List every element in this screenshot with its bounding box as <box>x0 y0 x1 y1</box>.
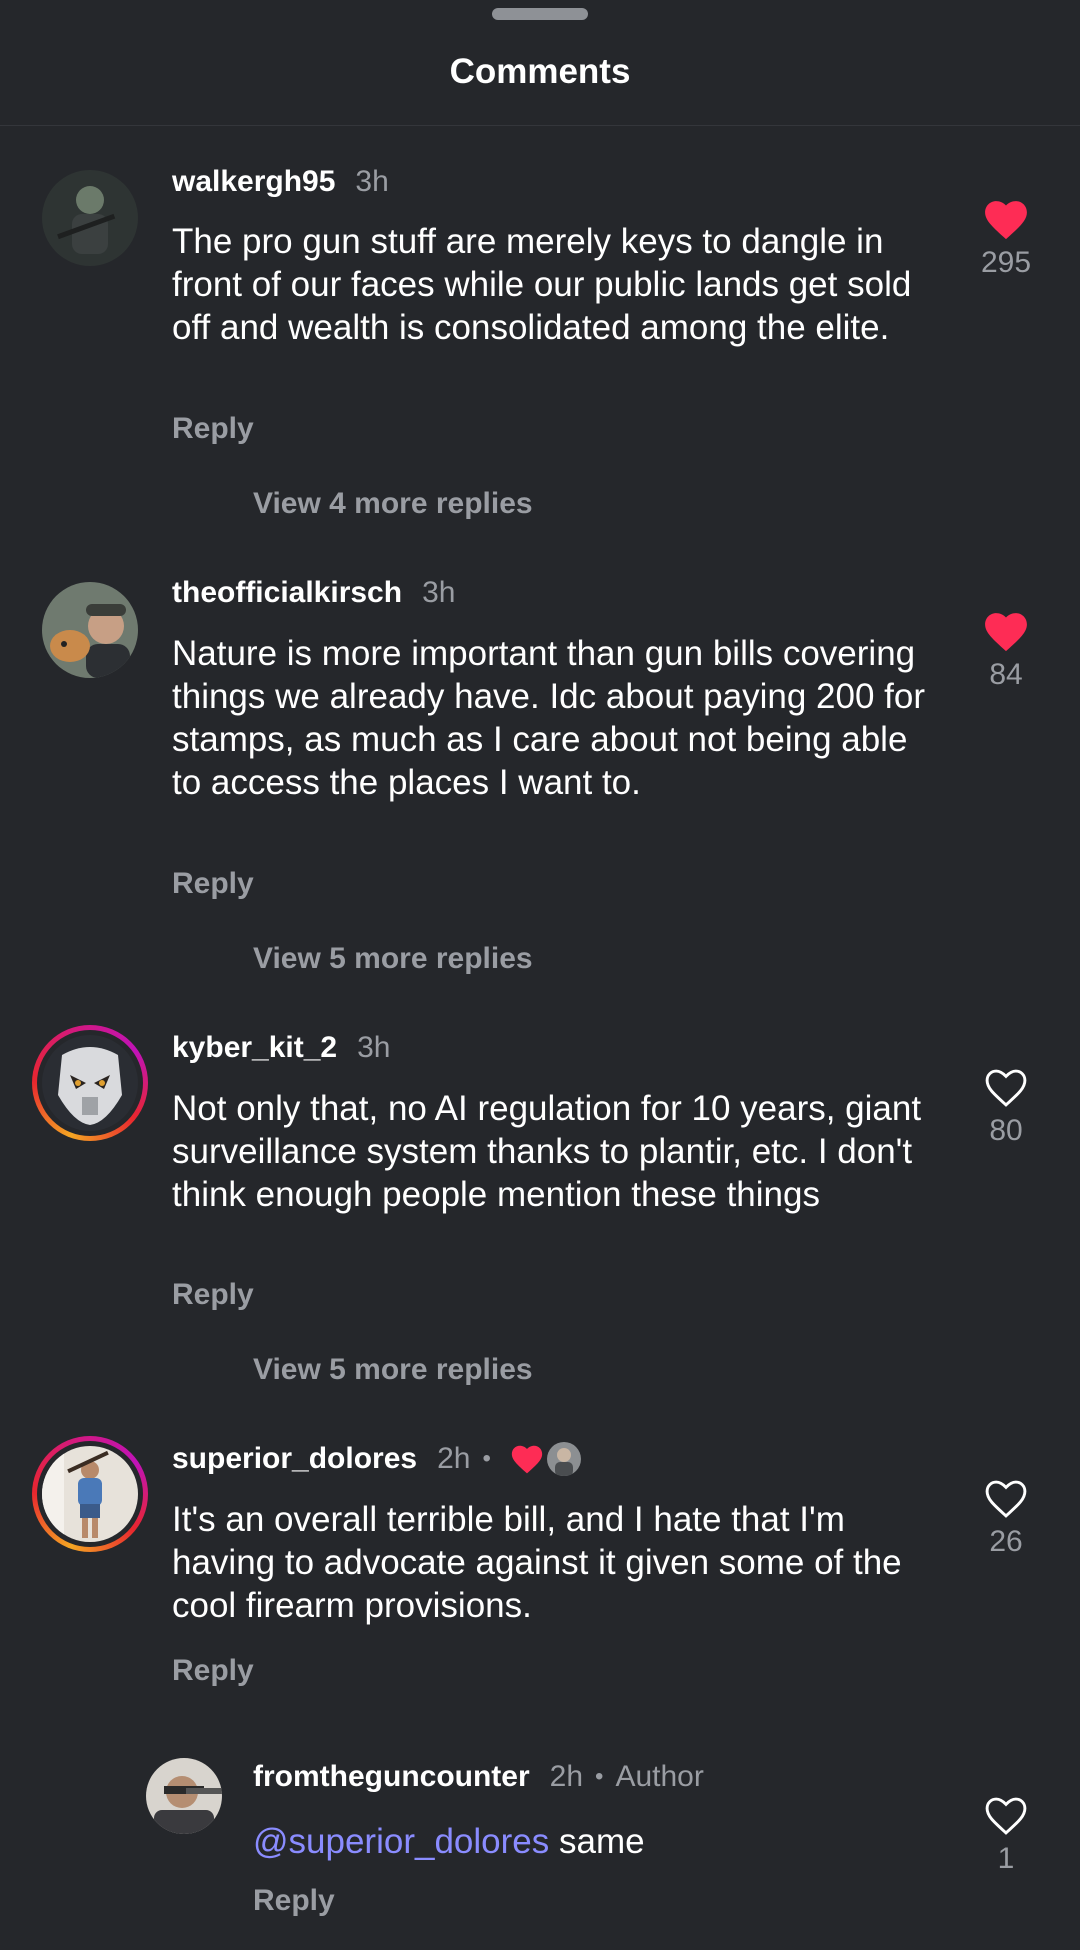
story-ring[interactable] <box>32 1025 148 1141</box>
avatar <box>42 1446 138 1542</box>
like-button[interactable]: 295 <box>960 200 1052 280</box>
like-button[interactable]: 84 <box>960 612 1052 692</box>
page-title: Comments <box>449 52 631 91</box>
username[interactable]: walkergh95 <box>172 165 335 199</box>
mention-link[interactable]: @superior_dolores <box>253 1822 549 1861</box>
reply-button[interactable]: Reply <box>172 1278 254 1312</box>
drag-handle[interactable] <box>492 8 588 20</box>
header-divider <box>0 125 1080 126</box>
like-count: 295 <box>980 246 1032 279</box>
view-more-replies-button[interactable]: View 4 more replies <box>253 487 533 521</box>
heart-filled-icon <box>985 201 1027 240</box>
avatar[interactable] <box>146 1758 222 1834</box>
avatar-image <box>42 1446 138 1542</box>
avatar[interactable] <box>42 582 138 678</box>
like-count: 84 <box>989 658 1023 691</box>
timestamp: 3h <box>355 165 389 198</box>
timestamp: 3h <box>422 576 456 609</box>
username[interactable]: theofficialkirsch <box>172 576 402 610</box>
heart-outline-icon <box>985 1797 1027 1835</box>
username[interactable]: superior_dolores <box>172 1442 417 1476</box>
avatar-image <box>42 1035 138 1131</box>
avatar[interactable] <box>42 170 138 266</box>
timestamp: 2h <box>437 1442 471 1475</box>
heart-filled-icon <box>511 1445 543 1473</box>
reply-button[interactable]: Reply <box>172 412 254 446</box>
reply-button[interactable]: Reply <box>172 867 254 901</box>
author-badge: Author <box>615 1760 704 1793</box>
reply-button[interactable]: Reply <box>253 1884 335 1918</box>
view-more-replies-button[interactable]: View 5 more replies <box>253 1353 533 1387</box>
story-ring[interactable] <box>32 1436 148 1552</box>
avatar <box>42 1035 138 1131</box>
avatar-image <box>42 582 138 678</box>
heart-filled-icon <box>985 613 1027 652</box>
like-count: 26 <box>989 1525 1023 1558</box>
username[interactable]: kyber_kit_2 <box>172 1031 337 1065</box>
reply-text: same <box>549 1822 645 1861</box>
comment-text: The pro gun stuff are merely keys to dan… <box>172 222 912 347</box>
creator-mini-avatar <box>546 1442 581 1476</box>
separator-dot: • <box>595 1763 604 1790</box>
timestamp: 2h <box>549 1760 584 1793</box>
like-count: 1 <box>997 1842 1015 1875</box>
comment-text: It's an overall terrible bill, and I hat… <box>172 1500 902 1625</box>
separator-dot: • <box>482 1445 491 1472</box>
comment-text: @superior_dolores same <box>253 1820 1023 1863</box>
avatar-image <box>42 170 138 266</box>
like-button[interactable]: 1 <box>960 1796 1052 1876</box>
heart-outline-icon <box>985 1480 1027 1518</box>
timestamp: 3h <box>357 1031 391 1064</box>
like-button[interactable]: 80 <box>960 1068 1052 1148</box>
username[interactable]: fromtheguncounter <box>253 1760 530 1794</box>
avatar-image <box>146 1758 222 1834</box>
like-button[interactable]: 26 <box>960 1479 1052 1559</box>
heart-outline-icon <box>985 1069 1027 1107</box>
view-more-replies-button[interactable]: View 5 more replies <box>253 942 533 976</box>
comment-text: Not only that, no AI regulation for 10 y… <box>172 1089 922 1214</box>
creator-liked-indicator <box>511 1442 581 1476</box>
comment-text: Nature is more important than gun bills … <box>172 634 925 802</box>
reply-button[interactable]: Reply <box>172 1654 254 1688</box>
like-count: 80 <box>989 1114 1023 1147</box>
comments-sheet: Comments walkergh95 3h The pro gun stuff… <box>0 0 1080 1950</box>
